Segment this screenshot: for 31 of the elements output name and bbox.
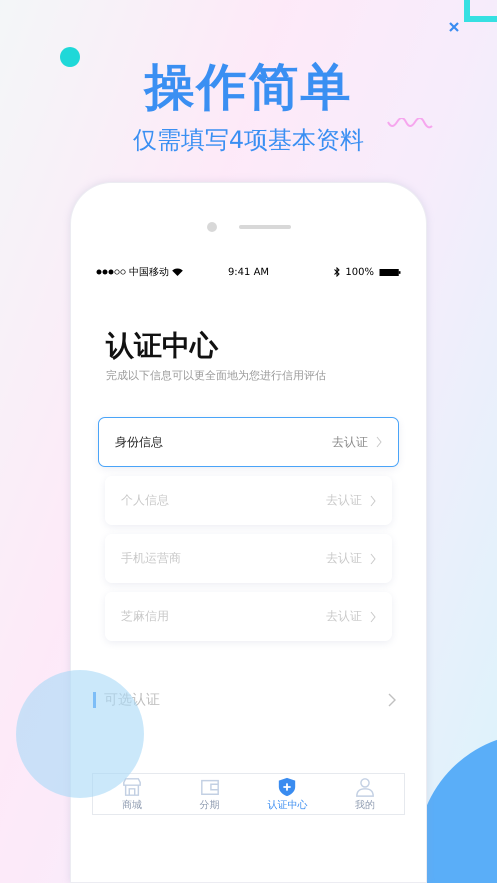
page-title: 认证中心 — [106, 329, 220, 363]
wave-decoration — [386, 118, 434, 130]
tab[interactable]: 认证中心 — [248, 774, 326, 814]
chevron-right-icon — [370, 610, 376, 622]
section-marker — [93, 692, 96, 708]
cross-decoration — [449, 22, 459, 32]
shield-plus-icon — [277, 776, 298, 796]
speaker-icon — [238, 225, 290, 229]
chevron-right-icon — [370, 552, 376, 564]
tab[interactable]: 商城 — [93, 774, 171, 814]
status-time: 9:41 AM — [228, 266, 270, 278]
frame-decoration — [464, 0, 497, 22]
battery-icon — [379, 268, 401, 276]
tab[interactable]: 我的 — [326, 774, 404, 814]
wifi-icon — [172, 268, 183, 276]
carrier-name: 中国移动 — [129, 266, 169, 279]
page-subtitle: 完成以下信息可以更全面地为您进行信用评估 — [106, 368, 327, 384]
headline: 操作简单 — [144, 57, 352, 118]
chevron-right-icon — [388, 693, 396, 707]
store-icon — [122, 776, 142, 796]
battery-percent: 100% — [345, 266, 374, 278]
bluetooth-icon — [334, 267, 340, 277]
camera-icon — [206, 222, 216, 232]
circle-decoration — [60, 47, 80, 67]
chevron-right-icon — [370, 494, 376, 506]
subheadline: 仅需填写4项基本资料 — [132, 125, 364, 156]
verification-item[interactable]: 身份信息 去认证 — [98, 417, 399, 467]
tab[interactable]: 分期 — [170, 774, 248, 814]
chevron-right-icon — [376, 436, 382, 448]
person-icon — [355, 776, 376, 796]
signal-icon — [96, 269, 126, 275]
